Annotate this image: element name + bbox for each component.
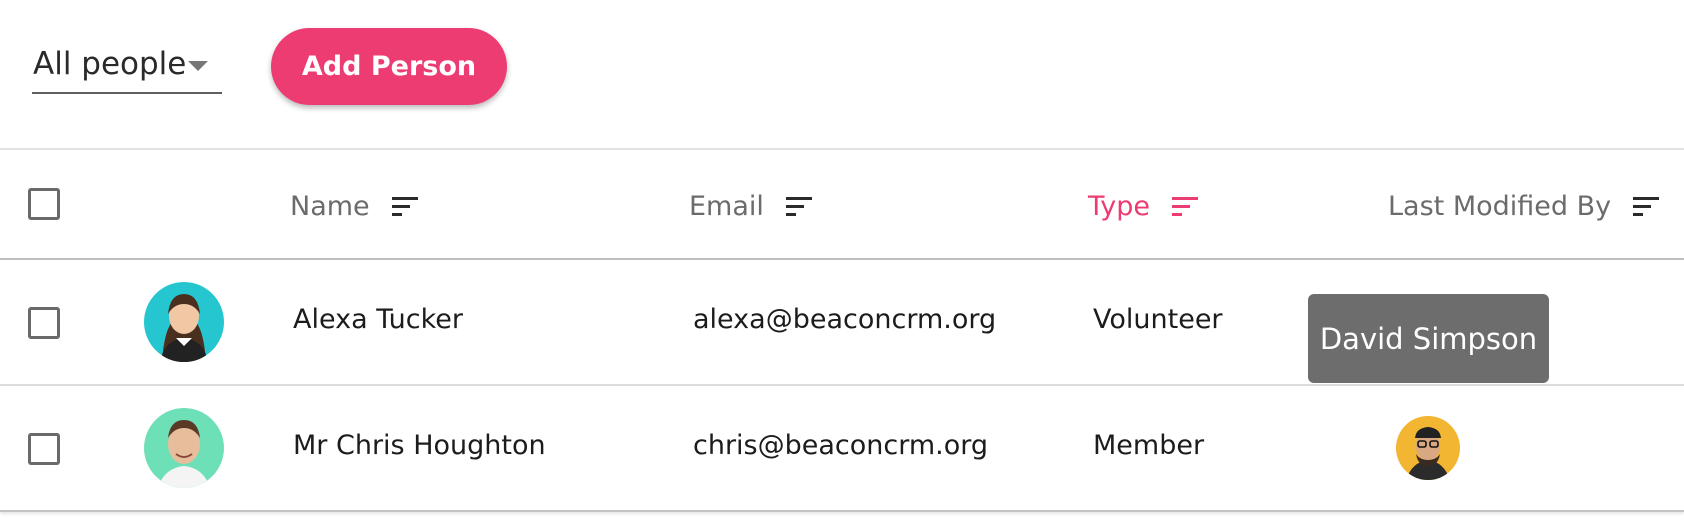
chevron-down-icon <box>188 61 208 71</box>
column-header-last-modified-by-label: Last Modified By <box>1388 190 1612 222</box>
avatar <box>144 282 224 362</box>
column-header-name[interactable]: Name <box>290 186 418 226</box>
person-type: Member <box>1093 430 1205 461</box>
person-name[interactable]: Alexa Tucker <box>293 304 463 335</box>
table-header-row: Name Email Type Last Modified By <box>0 148 1684 260</box>
person-email[interactable]: chris@beaconcrm.org <box>693 430 988 461</box>
row-checkbox[interactable] <box>28 307 60 339</box>
person-type: Volunteer <box>1093 304 1223 335</box>
toolbar: All people Add Person <box>0 0 1684 148</box>
sort-icon[interactable] <box>785 196 812 216</box>
person-email[interactable]: alexa@beaconcrm.org <box>693 304 996 335</box>
modified-by-tooltip: David Simpson <box>1308 294 1549 383</box>
column-header-type[interactable]: Type <box>1088 186 1199 226</box>
person-name[interactable]: Mr Chris Houghton <box>293 430 546 461</box>
select-all-checkbox[interactable] <box>28 188 60 220</box>
sort-icon[interactable] <box>1172 196 1199 216</box>
column-header-last-modified-by[interactable]: Last Modified By <box>1388 186 1660 226</box>
avatar <box>144 408 224 488</box>
column-header-email[interactable]: Email <box>689 186 812 226</box>
people-filter-select[interactable]: All people <box>32 44 222 94</box>
row-checkbox[interactable] <box>28 433 60 465</box>
column-header-name-label: Name <box>290 190 370 222</box>
sort-icon[interactable] <box>1633 196 1660 216</box>
sort-icon[interactable] <box>391 196 418 216</box>
modified-by-avatar[interactable] <box>1396 416 1460 480</box>
people-filter-value: All people <box>33 46 187 82</box>
add-person-button[interactable]: Add Person <box>271 28 507 105</box>
column-header-email-label: Email <box>689 190 764 222</box>
column-header-type-label: Type <box>1088 190 1151 222</box>
